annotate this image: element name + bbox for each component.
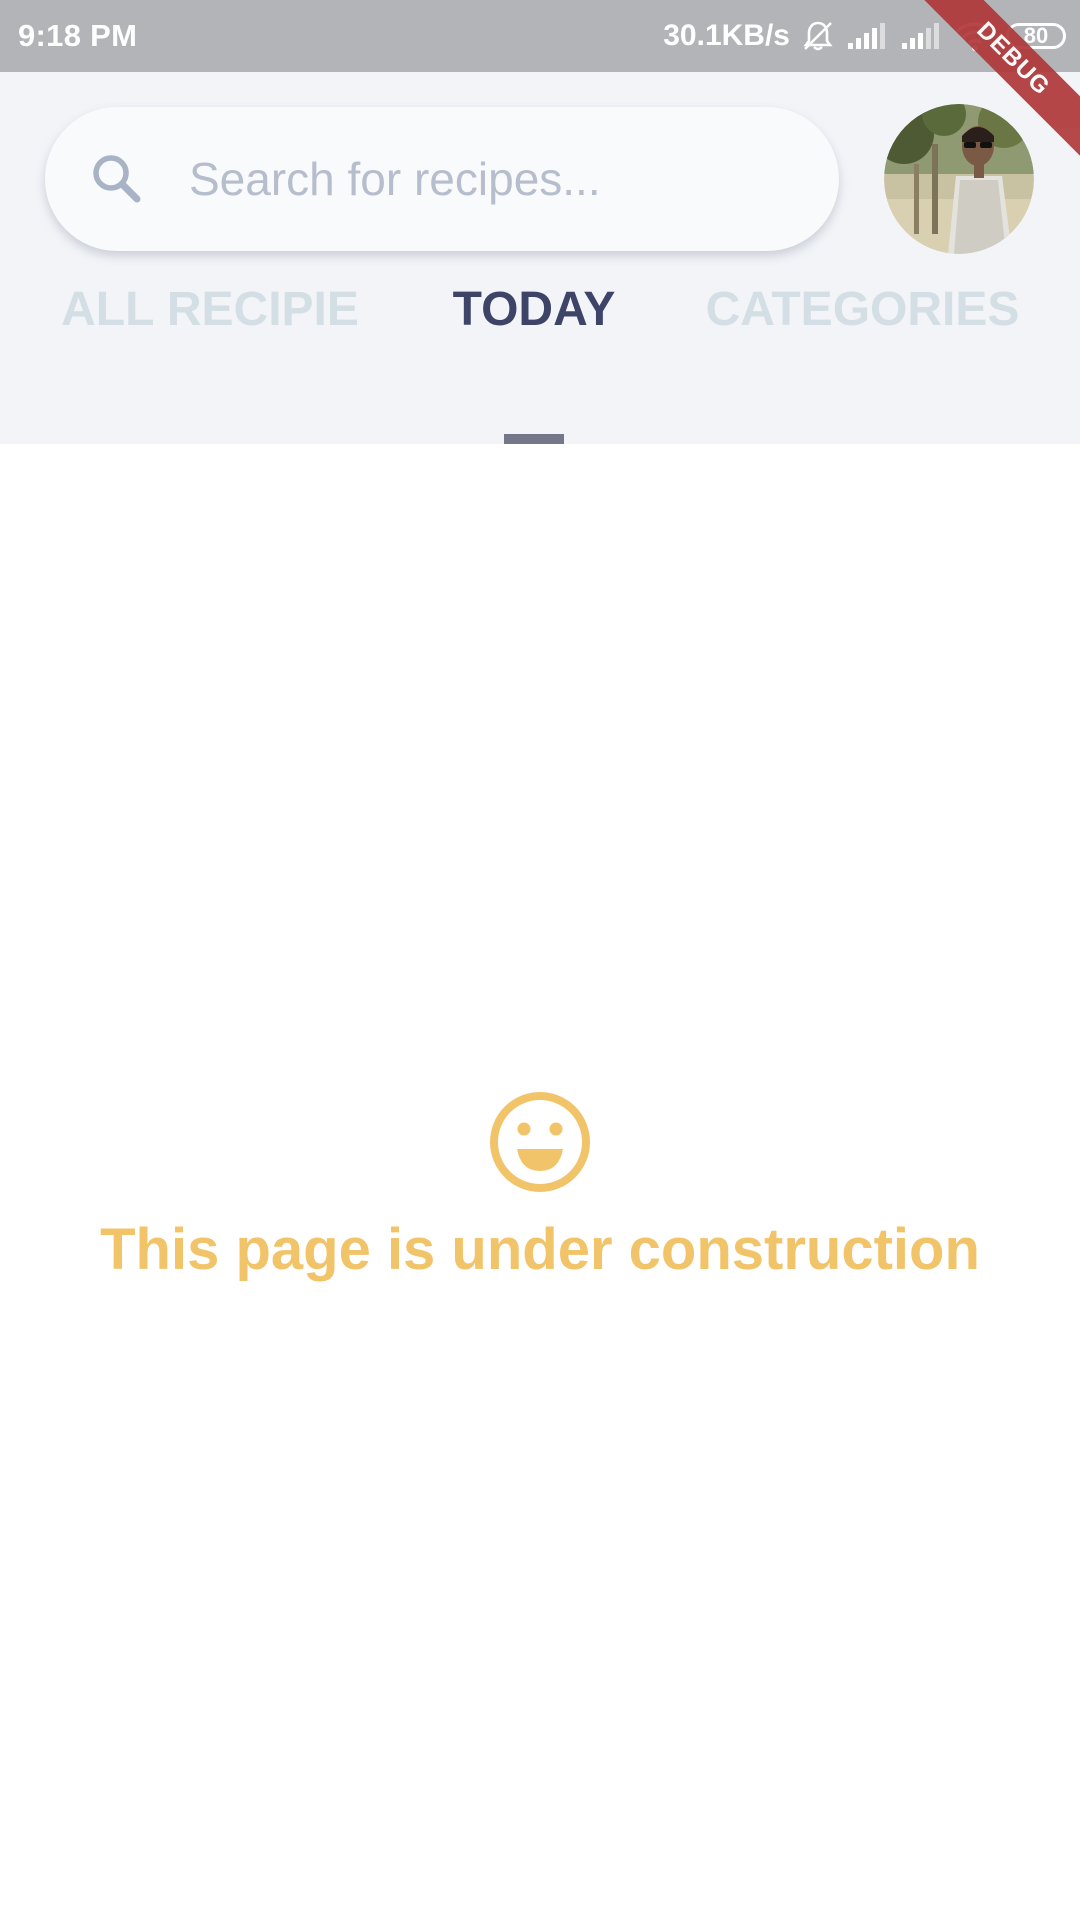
tab-today[interactable]: TODAY xyxy=(414,206,654,334)
signal-icon xyxy=(902,23,939,49)
app-screen: 9:18 PM 30.1KB/s 80 DEBUG Search for rec… xyxy=(0,0,1080,1920)
under-construction-message: This page is under construction xyxy=(100,1217,980,1282)
tab-bar: ALL RECIPIE TODAY CATEGORIES xyxy=(0,262,1080,372)
content-area: This page is under construction xyxy=(0,444,1080,1920)
tab-indicator xyxy=(504,434,564,444)
smile-icon xyxy=(490,1092,590,1192)
bell-muted-icon xyxy=(803,21,833,51)
tab-categories[interactable]: CATEGORIES xyxy=(690,206,1035,334)
tab-all-recipie[interactable]: ALL RECIPIE xyxy=(40,206,380,334)
status-bar: 9:18 PM 30.1KB/s 80 xyxy=(0,0,1080,72)
signal-icon xyxy=(848,23,885,49)
search-icon xyxy=(93,155,141,203)
status-time: 9:18 PM xyxy=(18,18,138,53)
network-speed: 30.1KB/s xyxy=(663,19,790,52)
